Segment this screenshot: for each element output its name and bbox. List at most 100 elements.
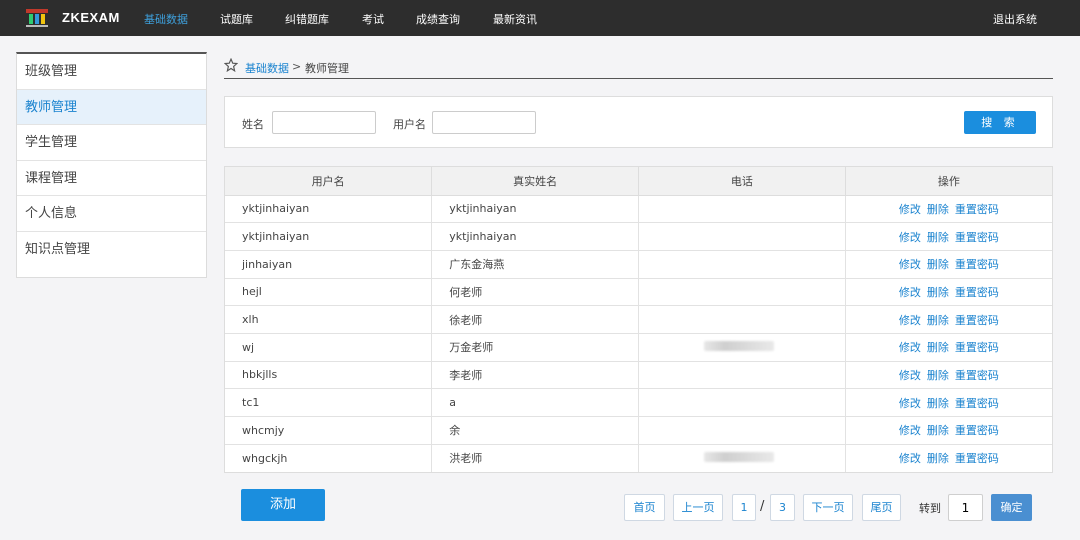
cell-username: whgckjh — [225, 444, 433, 472]
star-icon — [224, 58, 238, 72]
edit-link[interactable]: 修改 — [899, 452, 921, 465]
teacher-table: 用户名 真实姓名 电话 操作 yktjinhaiyan yktjinhaiyan 修… — [224, 166, 1053, 473]
delete-link[interactable]: 删除 — [927, 258, 949, 271]
column-header-username: 用户名 — [225, 167, 433, 196]
edit-link[interactable]: 修改 — [899, 258, 921, 271]
sidebar-item-knowledge-management[interactable]: 知识点管理 — [17, 232, 206, 268]
breadcrumb-separator: > — [292, 60, 302, 73]
current-page[interactable]: 1 — [732, 494, 756, 521]
search-button[interactable]: 搜 索 — [964, 111, 1036, 134]
delete-link[interactable]: 删除 — [927, 341, 949, 354]
reset-password-link[interactable]: 重置密码 — [955, 369, 999, 382]
cell-username: yktjinhaiyan — [225, 222, 433, 251]
sidebar-item-personal-info[interactable]: 个人信息 — [17, 196, 206, 232]
delete-link[interactable]: 删除 — [927, 314, 949, 327]
reset-password-link[interactable]: 重置密码 — [955, 397, 999, 410]
nav-error-bank[interactable]: 纠错题库 — [285, 11, 329, 27]
nav-question-bank[interactable]: 试题库 — [220, 11, 253, 27]
last-page-button[interactable]: 尾页 — [862, 494, 901, 521]
cell-actions: 修改 删除 重置密码 — [845, 361, 1052, 390]
cell-realname: 余 — [431, 416, 639, 445]
cell-realname: 何老师 — [431, 278, 639, 307]
cell-realname: 万金老师 — [431, 333, 639, 362]
table-row: hbkjlls 李老师 修改 删除 重置密码 — [225, 361, 1052, 390]
edit-link[interactable]: 修改 — [899, 314, 921, 327]
breadcrumb-current: 教师管理 — [305, 62, 349, 75]
name-label: 姓名 — [242, 118, 264, 131]
table-header-row: 用户名 真实姓名 电话 操作 — [225, 167, 1052, 196]
add-button[interactable]: 添加 — [241, 489, 325, 521]
delete-link[interactable]: 删除 — [927, 286, 949, 299]
page-slash: / — [760, 499, 765, 514]
goto-confirm-button[interactable]: 确定 — [991, 494, 1032, 521]
cell-realname: a — [431, 388, 639, 417]
goto-page-input[interactable] — [948, 494, 983, 521]
table-body: yktjinhaiyan yktjinhaiyan 修改 删除 重置密码 yktjinha… — [225, 195, 1052, 472]
delete-link[interactable]: 删除 — [927, 203, 949, 216]
username-label: 用户名 — [393, 118, 426, 131]
delete-link[interactable]: 删除 — [927, 231, 949, 244]
total-pages[interactable]: 3 — [770, 494, 795, 521]
cell-realname: 徐老师 — [431, 305, 639, 334]
sidebar-item-teacher-management[interactable]: 教师管理 — [17, 89, 206, 125]
first-page-button[interactable]: 首页 — [624, 494, 665, 521]
column-header-realname: 真实姓名 — [431, 167, 639, 196]
nav-latest-news[interactable]: 最新资讯 — [493, 11, 537, 27]
reset-password-link[interactable]: 重置密码 — [955, 203, 999, 216]
redacted-phone — [704, 340, 774, 351]
name-input[interactable] — [272, 111, 376, 134]
username-input[interactable] — [432, 111, 536, 134]
column-header-actions: 操作 — [845, 167, 1052, 196]
cell-actions: 修改 删除 重置密码 — [845, 444, 1052, 472]
cell-actions: 修改 删除 重置密码 — [845, 195, 1052, 224]
breadcrumb-parent-link[interactable]: 基础数据 — [245, 60, 289, 76]
sidebar-item-student-management[interactable]: 学生管理 — [17, 125, 206, 161]
cell-username: yktjinhaiyan — [225, 195, 433, 224]
reset-password-link[interactable]: 重置密码 — [955, 258, 999, 271]
edit-link[interactable]: 修改 — [899, 397, 921, 410]
reset-password-link[interactable]: 重置密码 — [955, 314, 999, 327]
edit-link[interactable]: 修改 — [899, 286, 921, 299]
cell-realname: 广东金海燕 — [431, 250, 639, 279]
reset-password-link[interactable]: 重置密码 — [955, 452, 999, 465]
reset-password-link[interactable]: 重置密码 — [955, 286, 999, 299]
reset-password-link[interactable]: 重置密码 — [955, 341, 999, 354]
nav-basic-data[interactable]: 基础数据 — [144, 11, 188, 27]
next-page-button[interactable]: 下一页 — [803, 494, 853, 521]
sidebar-item-class-management[interactable]: 班级管理 — [17, 54, 206, 90]
table-row: tc1 a 修改 删除 重置密码 — [225, 388, 1052, 417]
column-header-phone: 电话 — [638, 167, 846, 196]
edit-link[interactable]: 修改 — [899, 231, 921, 244]
cell-username: tc1 — [225, 388, 433, 417]
delete-link[interactable]: 删除 — [927, 424, 949, 437]
edit-link[interactable]: 修改 — [899, 424, 921, 437]
cell-username: hejl — [225, 278, 433, 307]
cell-actions: 修改 删除 重置密码 — [845, 416, 1052, 445]
cell-username: wj — [225, 333, 433, 362]
cell-realname: 洪老师 — [431, 444, 639, 472]
delete-link[interactable]: 删除 — [927, 452, 949, 465]
cell-actions: 修改 删除 重置密码 — [845, 222, 1052, 251]
cell-actions: 修改 删除 重置密码 — [845, 388, 1052, 417]
table-row: xlh 徐老师 修改 删除 重置密码 — [225, 305, 1052, 334]
cell-phone — [638, 278, 846, 307]
delete-link[interactable]: 删除 — [927, 369, 949, 382]
reset-password-link[interactable]: 重置密码 — [955, 231, 999, 244]
table-row: wj 万金老师 修改 删除 重置密码 — [225, 333, 1052, 362]
delete-link[interactable]: 删除 — [927, 397, 949, 410]
sidebar-item-course-management[interactable]: 课程管理 — [17, 161, 206, 196]
nav-score-query[interactable]: 成绩查询 — [416, 11, 460, 27]
search-panel: 姓名 用户名 搜 索 — [224, 96, 1053, 148]
cell-actions: 修改 删除 重置密码 — [845, 278, 1052, 307]
edit-link[interactable]: 修改 — [899, 369, 921, 382]
logout-link[interactable]: 退出系统 — [993, 11, 1037, 27]
edit-link[interactable]: 修改 — [899, 203, 921, 216]
logo-icon — [26, 9, 48, 27]
nav-exam[interactable]: 考试 — [362, 11, 384, 27]
cell-phone — [638, 250, 846, 279]
edit-link[interactable]: 修改 — [899, 341, 921, 354]
cell-phone — [638, 416, 846, 445]
prev-page-button[interactable]: 上一页 — [673, 494, 723, 521]
reset-password-link[interactable]: 重置密码 — [955, 424, 999, 437]
table-row: yktjinhaiyan yktjinhaiyan 修改 删除 重置密码 — [225, 195, 1052, 224]
